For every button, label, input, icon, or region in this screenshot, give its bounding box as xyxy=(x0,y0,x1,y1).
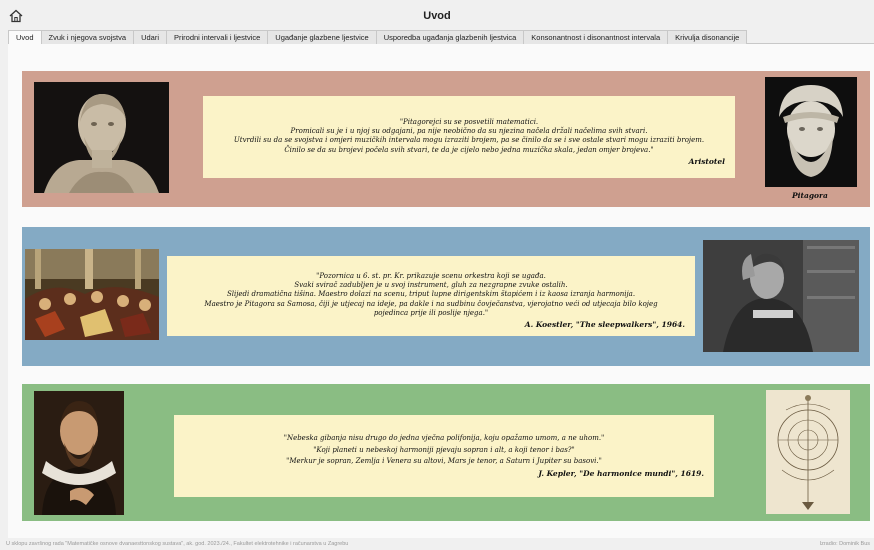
title-bar: Uvod xyxy=(0,0,874,30)
quote-author: J. Kepler, "De harmonice mundi", 1619. xyxy=(538,468,704,478)
pythagoras-caption: Pitagora xyxy=(792,191,828,200)
tab-usporedba[interactable]: Usporedba ugađanja glazbenih ljestvica xyxy=(375,30,525,44)
aristotle-band: "Pitagorejci su se posvetili matematici.… xyxy=(22,71,870,207)
tab-uvod[interactable]: Uvod xyxy=(8,30,42,44)
quote-author: A. Koestler, "The sleepwalkers", 1964. xyxy=(524,320,685,330)
tab-udari[interactable]: Udari xyxy=(133,30,167,44)
koestler-quote: "Pozornica u 6. st. pr. Kr. prikazuje sc… xyxy=(167,256,695,336)
footer-right: Izradio: Dominik Bus xyxy=(819,541,870,547)
kepler-quote: "Nebeska gibanja nisu drugo do jedna vje… xyxy=(174,415,714,497)
pythagoras-bust-image xyxy=(765,77,857,187)
orchestra-painting-image xyxy=(25,249,159,340)
tab-bar: Uvod Zvuk i njegova svojstva Udari Priro… xyxy=(8,30,874,44)
tab-konsonantnost[interactable]: Konsonantnost i disonantnost intervala xyxy=(523,30,669,44)
footer-left: U sklopu završnog rada "Matematičke osno… xyxy=(6,541,349,547)
tab-prirodni-intervali[interactable]: Prirodni intervali i ljestvice xyxy=(166,30,269,44)
kepler-band: "Nebeska gibanja nisu drugo do jedna vje… xyxy=(22,384,870,521)
koestler-portrait-image xyxy=(703,240,859,352)
tab-zvuk[interactable]: Zvuk i njegova svojstva xyxy=(40,30,135,44)
window-title: Uvod xyxy=(423,10,451,22)
aristotle-bust-image xyxy=(34,82,169,193)
tab-krivulja[interactable]: Krivulja disonancije xyxy=(667,30,748,44)
aristotle-quote: "Pitagorejci su se posvetili matematici.… xyxy=(203,96,735,178)
kepler-portrait-image xyxy=(34,391,124,515)
tab-ugadanje[interactable]: Ugađanje glazbene ljestvice xyxy=(267,30,377,44)
quote-author: Aristotel xyxy=(688,156,725,166)
content-panel: "Pitagorejci su se posvetili matematici.… xyxy=(8,44,874,538)
harmonice-mundi-diagram-image xyxy=(766,390,850,514)
koestler-band: "Pozornica u 6. st. pr. Kr. prikazuje sc… xyxy=(22,227,870,366)
